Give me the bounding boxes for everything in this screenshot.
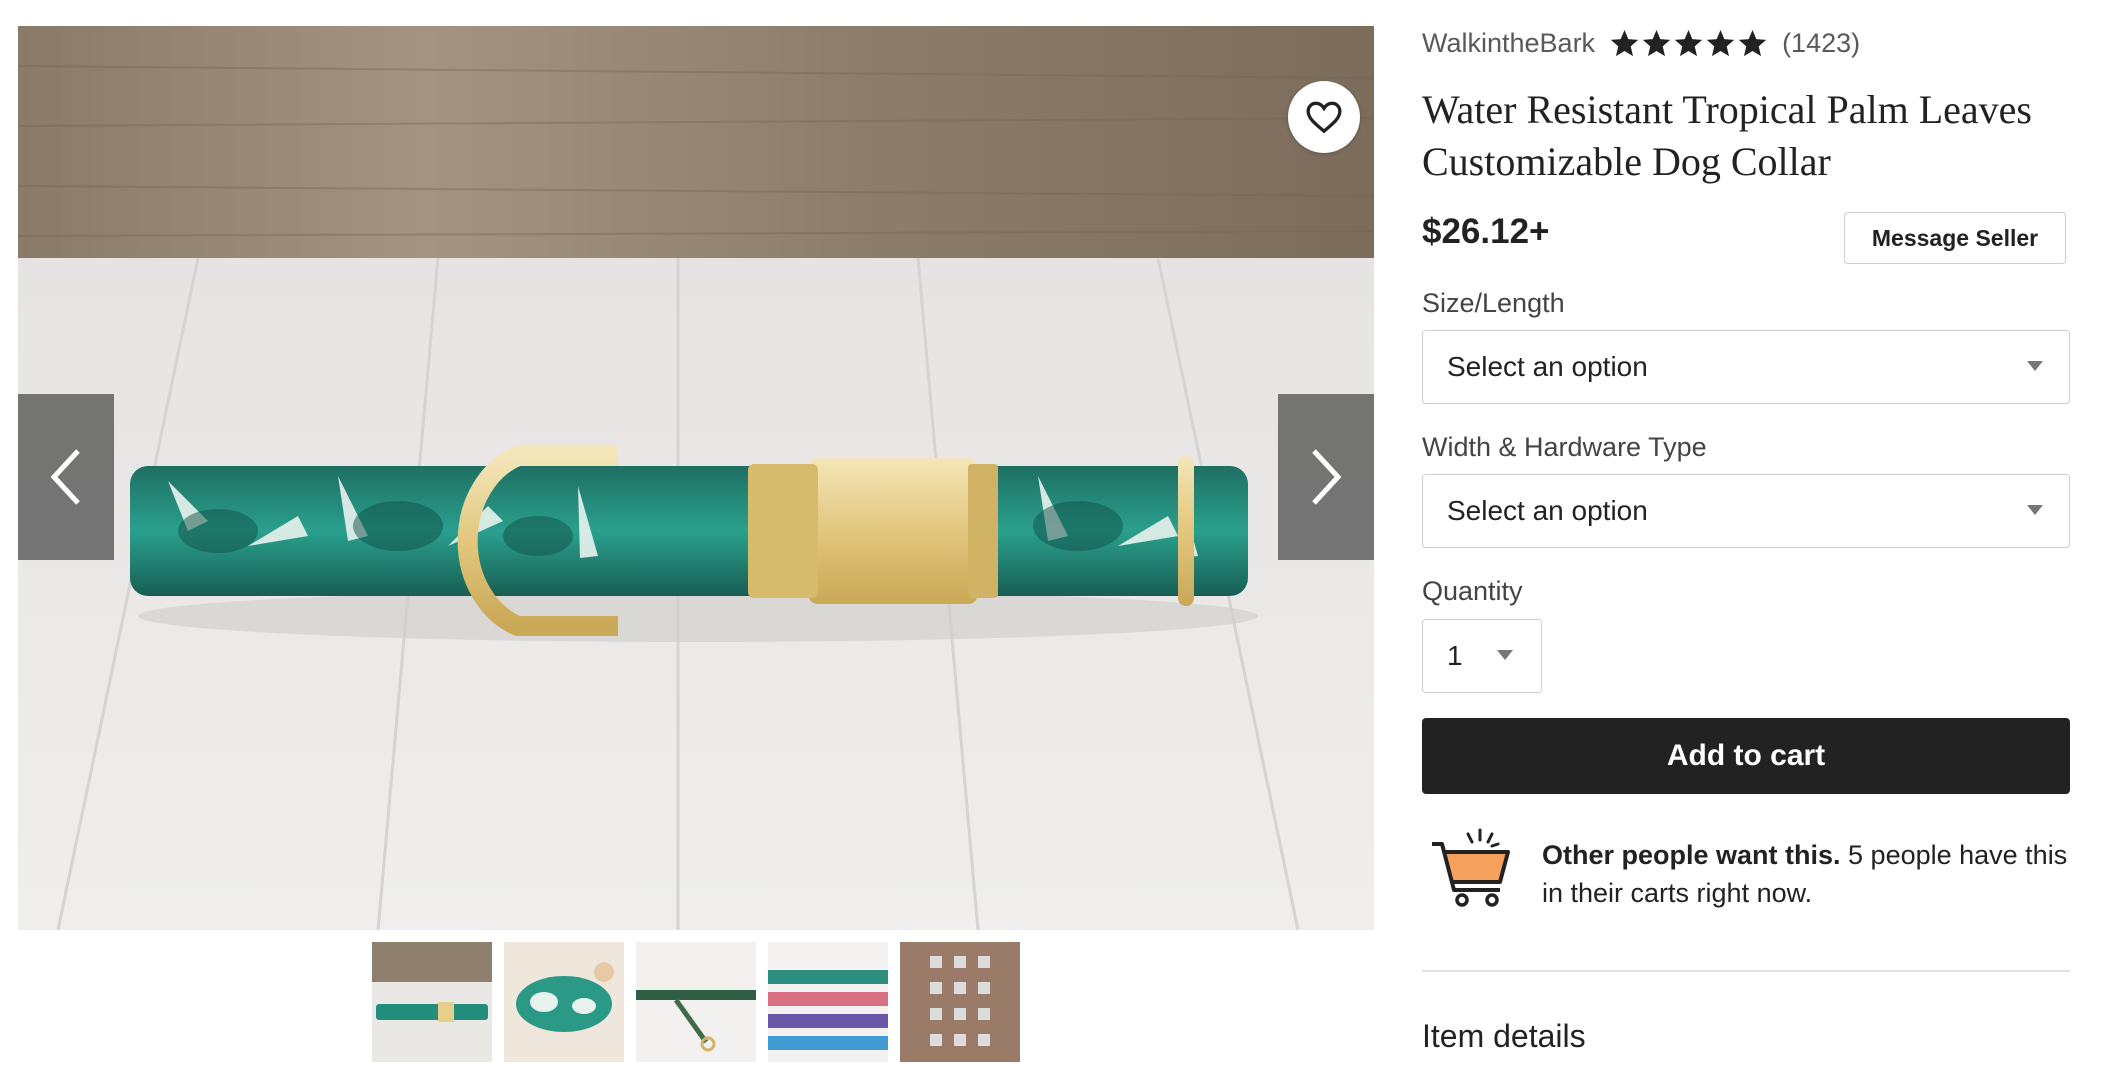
next-image-button[interactable] [1278, 394, 1374, 560]
star-icon [1674, 29, 1703, 57]
thumbnail-image [768, 942, 888, 1062]
main-product-image[interactable] [18, 26, 1374, 930]
demand-text-bold: Other people want this. [1542, 840, 1841, 870]
quantity-label: Quantity [1422, 576, 1523, 606]
thumbnail-1[interactable] [372, 942, 492, 1062]
previous-image-button[interactable] [18, 394, 114, 560]
star-icon [1738, 29, 1767, 57]
caret-down-icon [1497, 650, 1513, 660]
thumbnail-image [504, 942, 624, 1062]
quantity-select[interactable]: 1 [1422, 619, 1542, 693]
add-to-cart-button[interactable]: Add to cart [1422, 718, 2070, 794]
size-label: Size/Length [1422, 288, 1565, 318]
chevron-right-icon [1312, 449, 1342, 505]
shopping-cart-icon [1432, 828, 1510, 907]
section-divider [1422, 970, 2070, 972]
item-details-heading[interactable]: Item details [1422, 1018, 1586, 1055]
favorite-button[interactable] [1288, 81, 1360, 153]
size-select[interactable]: Select an option [1422, 330, 2070, 404]
caret-down-icon [2027, 361, 2043, 371]
thumbnail-3[interactable] [636, 942, 756, 1062]
caret-down-icon [2027, 505, 2043, 515]
width-label: Width & Hardware Type [1422, 432, 1707, 462]
chevron-left-icon [50, 449, 80, 505]
star-icon [1642, 29, 1671, 57]
shop-row: WalkintheBark (1423) [1422, 28, 1860, 59]
thumbnail-5[interactable] [900, 942, 1020, 1062]
star-rating[interactable] [1609, 28, 1768, 59]
size-select-value: Select an option [1447, 351, 1648, 382]
width-select[interactable]: Select an option [1422, 474, 2070, 548]
review-count[interactable]: (1423) [1782, 28, 1860, 59]
quantity-value: 1 [1447, 640, 1463, 671]
message-seller-button[interactable]: Message Seller [1844, 212, 2066, 264]
listing-title: Water Resistant Tropical Palm Leaves Cus… [1422, 87, 2032, 184]
demand-notice: Other people want this. 5 people have th… [1422, 826, 2070, 926]
thumbnail-image [636, 942, 756, 1062]
star-icon [1706, 29, 1735, 57]
star-icon [1610, 29, 1639, 57]
thumbnail-strip [372, 942, 1020, 1062]
thumbnail-image [372, 942, 492, 1062]
thumbnail-4[interactable] [768, 942, 888, 1062]
price: $26.12+ [1422, 212, 1550, 251]
demand-text: Other people want this. 5 people have th… [1542, 836, 2070, 912]
width-select-value: Select an option [1447, 495, 1648, 526]
thumbnail-image [900, 942, 1020, 1062]
collar-photo [18, 26, 1374, 930]
heart-icon [1306, 101, 1342, 134]
thumbnail-2[interactable] [504, 942, 624, 1062]
shop-name-link[interactable]: WalkintheBark [1422, 28, 1595, 59]
